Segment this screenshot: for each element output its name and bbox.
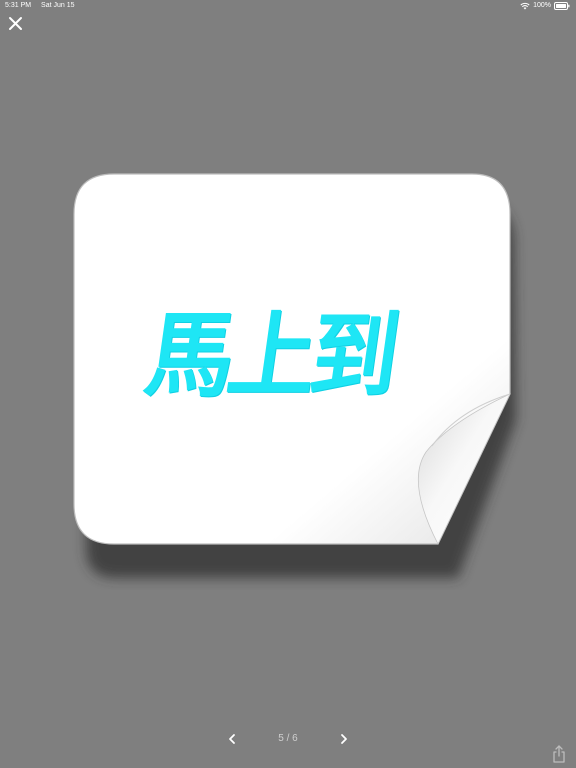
share-icon xyxy=(550,744,568,764)
pager: 5 / 6 xyxy=(0,728,576,750)
status-bar-right: 100% xyxy=(520,0,570,12)
close-button[interactable] xyxy=(6,14,26,34)
previous-button[interactable] xyxy=(225,732,239,746)
close-icon xyxy=(6,14,26,34)
status-bar: 5:31 PM Sat Jun 15 100% xyxy=(0,0,576,12)
status-time: 5:31 PM xyxy=(5,2,32,9)
battery-icon xyxy=(554,2,570,10)
next-button[interactable] xyxy=(337,732,351,746)
sticker-text: 馬上到 xyxy=(139,300,401,410)
chevron-left-icon xyxy=(225,733,239,750)
status-date: Sat Jun 15 xyxy=(41,2,75,9)
status-bar-left: 5:31 PM Sat Jun 15 xyxy=(5,0,75,12)
share-button[interactable] xyxy=(550,744,568,764)
battery-percent: 100% xyxy=(533,2,551,9)
chevron-right-icon xyxy=(337,733,351,750)
page-indicator: 5 / 6 xyxy=(278,733,298,744)
wifi-icon xyxy=(520,2,530,10)
